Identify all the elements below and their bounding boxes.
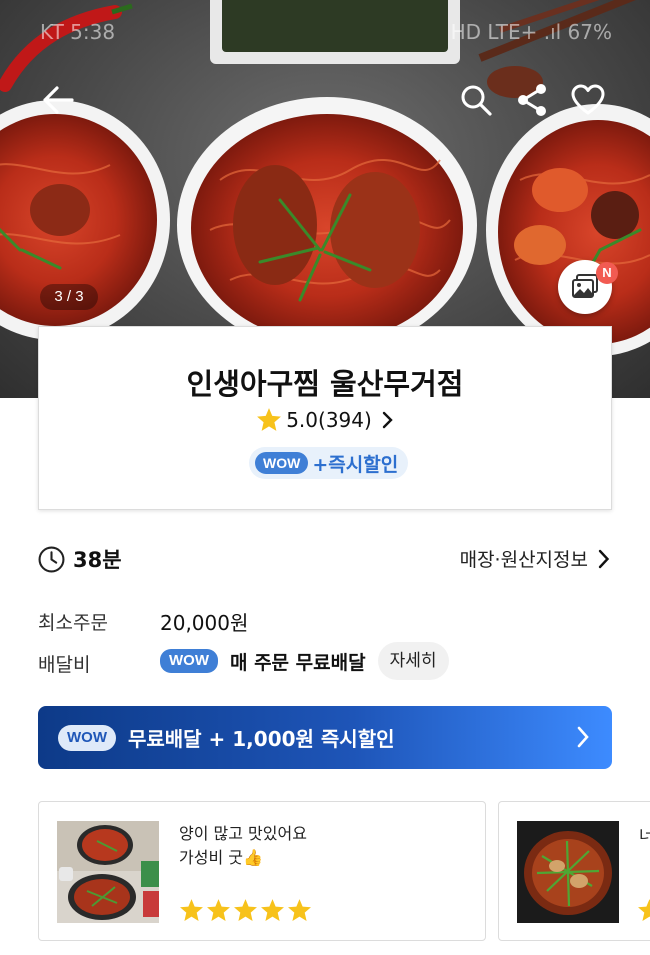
rating-score: 5.0(394) [286, 407, 372, 432]
wow-badge: WOW [160, 649, 218, 673]
store-origin-info-link[interactable]: 매장·원산지정보 [460, 545, 610, 572]
min-order-label: 최소주문 [38, 612, 108, 634]
store-origin-info-label: 매장·원산지정보 [459, 549, 588, 571]
wow-discount-label: +즉시할인 [312, 453, 399, 476]
review-text: 양이 많고 맛있어요 가성비 굿👍 [179, 824, 307, 867]
wow-promo-banner[interactable]: WOW 무료배달 + 1,000원 즉시할인 [38, 706, 612, 769]
star-icon [257, 408, 282, 431]
review-rating [637, 898, 650, 926]
rating-link[interactable]: 5.0(394) [39, 407, 611, 432]
wow-promo-text: 무료배달 + 1,000원 즉시할인 [127, 727, 395, 751]
status-bar: KT 5:38 HD LTE+ .ıl 67% [0, 0, 650, 64]
back-button[interactable] [36, 78, 80, 122]
star-icon [207, 899, 230, 921]
delivery-time: 38분 [38, 544, 122, 574]
star-icon [638, 899, 650, 921]
delivery-fee-row: WOW 매 주문 무료배달 자세히 [160, 642, 449, 680]
chevron-right-icon [577, 726, 589, 748]
share-button[interactable] [510, 78, 554, 122]
star-icon [234, 899, 257, 921]
share-icon [518, 84, 546, 116]
review-card[interactable]: 양이 많고 맛있어요 가성비 굿👍 [38, 801, 486, 941]
review-card[interactable]: 너 [498, 801, 650, 941]
store-name: 인생아구찜 울산무거점 [186, 367, 464, 401]
images-icon [572, 274, 598, 298]
wow-badge: WOW [58, 724, 116, 751]
review-text: 너 [639, 822, 650, 846]
new-badge: N [596, 262, 618, 284]
star-icon [288, 899, 311, 921]
details-button[interactable]: 자세히 [377, 642, 449, 680]
status-carrier-time: KT 5:38 [40, 20, 116, 44]
chevron-right-icon [598, 549, 610, 568]
star-icon [180, 899, 203, 921]
page-indicator: 3 / 3 [40, 284, 98, 310]
status-indicators: HD LTE+ .ıl 67% [450, 20, 612, 44]
wow-badge: WOW [255, 452, 309, 474]
min-order-value: 20,000원 [160, 611, 249, 635]
search-icon [461, 85, 492, 116]
favorite-button[interactable] [566, 78, 610, 122]
store-header-card: 인생아구찜 울산무거점 5.0(394) WOW +즉시할인 [38, 326, 612, 510]
review-rating [179, 898, 312, 922]
chevron-right-icon [382, 411, 393, 428]
delivery-time-value: 38분 [73, 548, 122, 572]
clock-icon [38, 546, 65, 572]
review-photo [57, 821, 159, 923]
wow-discount-badge: WOW +즉시할인 [249, 447, 409, 479]
heart-icon [571, 84, 605, 115]
delivery-fee-value: 매 주문 무료배달 [229, 651, 366, 674]
arrow-left-icon [43, 86, 74, 114]
review-photo [517, 821, 619, 923]
star-icon [261, 899, 284, 921]
search-button[interactable] [454, 78, 498, 122]
delivery-fee-label: 배달비 [38, 654, 91, 676]
